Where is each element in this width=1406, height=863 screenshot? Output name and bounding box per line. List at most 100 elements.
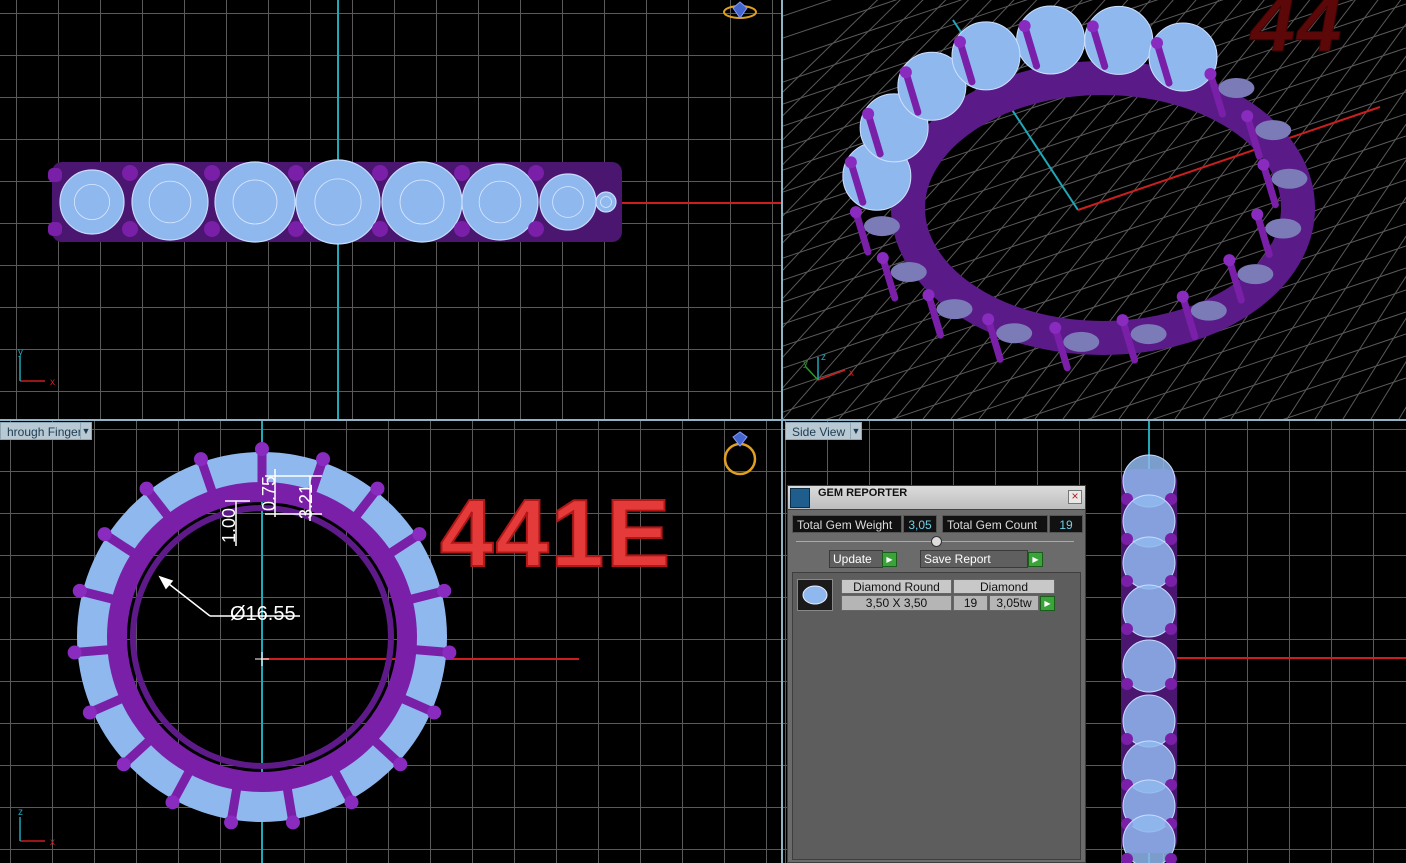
prong-tip [193, 452, 208, 467]
gem-stone [1190, 300, 1227, 321]
axis-gizmo-front [19, 817, 45, 842]
viewport-separator [0, 419, 1406, 421]
panel-titlebar[interactable]: GEM REPORTER × [788, 486, 1085, 510]
gem-stone [996, 323, 1033, 344]
prong-tip [393, 757, 408, 772]
gem-list: Diamond Round Diamond 3,50 X 3,50 19 3,0… [792, 572, 1081, 860]
gem-stone [214, 161, 296, 243]
prong-tip [922, 289, 935, 302]
watermark-label: 44 [1243, 0, 1353, 69]
front-axis-z: z [18, 807, 23, 818]
grid-line [1342, 317, 1406, 419]
prong [48, 168, 62, 182]
prong [122, 221, 138, 237]
panel-slider-knob[interactable] [931, 536, 942, 547]
prong [1121, 623, 1133, 635]
prong-tip [1223, 254, 1236, 267]
prong-tip [316, 452, 331, 467]
ring-icon[interactable] [723, 431, 757, 476]
gem-stone [890, 262, 927, 283]
gem-stone [295, 159, 381, 245]
axis-y-label: y [18, 347, 23, 358]
play-arrow-icon[interactable]: ▶ [1040, 596, 1055, 611]
gem-stone [1218, 78, 1255, 99]
prong [288, 221, 304, 237]
front-viewport[interactable]: hrough Finger ▼ x z Ø16.55 1.00 0.75 3.2… [0, 421, 781, 863]
prong [454, 221, 470, 237]
save-report-button[interactable]: Save Report [920, 550, 1028, 568]
dim-1: 1.00 [219, 507, 240, 544]
prong [48, 222, 62, 236]
prong [528, 221, 544, 237]
prong-tip [224, 815, 239, 830]
gem-count-cell: 19 [953, 595, 988, 611]
prong-tip [953, 35, 966, 48]
prong [397, 644, 454, 658]
prong [1165, 733, 1177, 745]
prong [1121, 575, 1133, 587]
grid-line [1282, 377, 1406, 419]
prong [372, 221, 388, 237]
prong-tip [844, 156, 857, 169]
prong [454, 165, 470, 181]
gem-reporter-panel: GEM REPORTER × Total Gem Weight 3,05 Tot… [787, 485, 1086, 863]
gem-weight-cell: 3,05tw [989, 595, 1039, 611]
update-button[interactable]: Update [829, 550, 883, 568]
prong-tip [116, 757, 131, 772]
prong-tip [67, 645, 82, 660]
prong [1165, 533, 1177, 545]
model-code-label: 441E [439, 479, 673, 588]
prong-tip [899, 66, 912, 79]
gem-thumbnail-icon[interactable] [797, 579, 833, 611]
ring-top-model [48, 159, 622, 245]
gem-stone [863, 216, 900, 237]
close-icon[interactable]: × [1068, 490, 1082, 504]
prong-tip [1251, 208, 1264, 221]
gem-stone [461, 163, 539, 241]
prong-tip [72, 583, 87, 598]
prong-tip [1241, 110, 1254, 123]
gem-stone [1265, 218, 1302, 239]
prong [204, 165, 220, 181]
prong-tip [255, 442, 269, 456]
prong-tip [1151, 37, 1164, 50]
gem-stone [1255, 120, 1292, 141]
prong [1165, 678, 1177, 690]
gem-stone [1063, 331, 1100, 352]
prong-tip [370, 481, 385, 496]
prong [122, 165, 138, 181]
prong-tip [1116, 314, 1129, 327]
ring-icon[interactable] [723, 1, 757, 19]
table-header-cut: Diamond Round [841, 579, 952, 594]
perspective-viewport[interactable]: x z y 44 [783, 0, 1406, 419]
prong-tip [862, 107, 875, 120]
ring-side-model [1121, 454, 1177, 863]
gem-stone [1130, 324, 1167, 345]
gem-stone [1237, 264, 1274, 285]
prong [1165, 623, 1177, 635]
total-weight-label: Total Gem Weight [792, 515, 902, 533]
prong [372, 165, 388, 181]
prong-tip [1086, 20, 1099, 33]
diameter-label: Ø16.55 [230, 603, 296, 625]
prong-tip [849, 206, 862, 219]
panel-title: GEM REPORTER [818, 487, 908, 499]
gem-stone [936, 299, 973, 320]
prong [1121, 733, 1133, 745]
table-header-material: Diamond [953, 579, 1055, 594]
total-weight-value: 3,05 [903, 515, 937, 533]
prong [528, 165, 544, 181]
prong-tip [97, 527, 112, 542]
top-viewport[interactable]: x y [0, 0, 781, 419]
play-arrow-icon[interactable]: ▶ [882, 552, 897, 567]
prong-tip [139, 481, 154, 496]
prong [1165, 575, 1177, 587]
gem-stone [381, 161, 463, 243]
gem-stone [1271, 168, 1308, 189]
total-count-value: 19 [1049, 515, 1083, 533]
play-arrow-icon[interactable]: ▶ [1028, 552, 1043, 567]
prong-tip [344, 795, 359, 810]
prong-tip [412, 527, 427, 542]
prong-tip [1176, 290, 1189, 303]
prong-tip [982, 313, 995, 326]
